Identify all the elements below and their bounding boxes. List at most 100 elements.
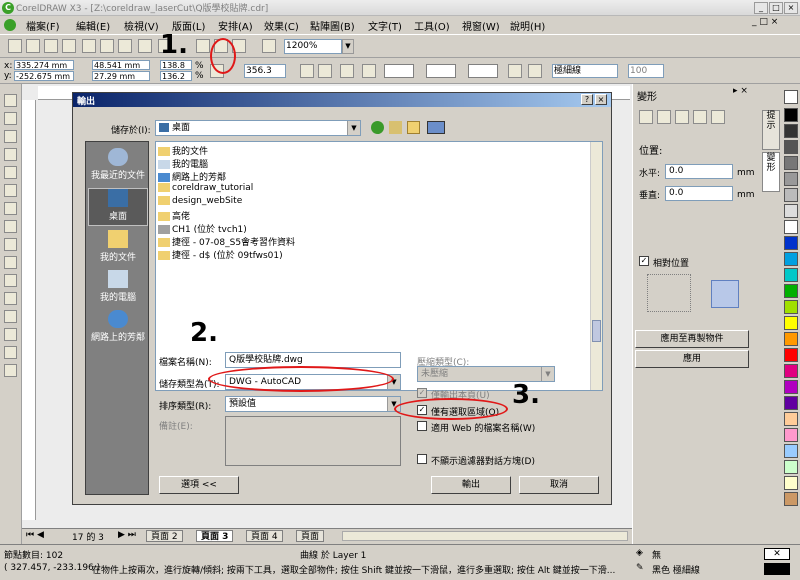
- save-icon[interactable]: [44, 39, 58, 53]
- x-position-field[interactable]: 335.274 mm: [14, 60, 74, 70]
- wrap-paragraph-icon[interactable]: [508, 64, 522, 78]
- color-swatch[interactable]: [784, 444, 798, 458]
- color-swatch[interactable]: [784, 396, 798, 410]
- color-swatch[interactable]: [784, 412, 798, 426]
- color-swatch[interactable]: [784, 460, 798, 474]
- maximize-icon[interactable]: □: [769, 2, 783, 14]
- up-folder-icon[interactable]: [389, 121, 402, 134]
- menu-effects[interactable]: 效果(C): [264, 18, 299, 33]
- doc-window-controls[interactable]: _ □ ×: [752, 17, 778, 27]
- basic-shapes-icon[interactable]: [4, 256, 17, 269]
- page-nav-arrows[interactable]: ⏮ ◀: [26, 530, 44, 540]
- copy-icon[interactable]: [100, 39, 114, 53]
- ellipse-tool-icon[interactable]: [4, 220, 17, 233]
- apply-button[interactable]: 應用: [635, 350, 749, 368]
- list-item[interactable]: 高佬: [158, 209, 190, 222]
- pick-tool-icon[interactable]: [4, 94, 17, 107]
- file-list-scrollbar[interactable]: [590, 142, 602, 390]
- dialog-close-icon[interactable]: ×: [595, 94, 607, 105]
- group-icon[interactable]: [340, 64, 354, 78]
- color-swatch[interactable]: [784, 300, 798, 314]
- document-icon[interactable]: [4, 19, 16, 31]
- color-swatch[interactable]: [784, 188, 798, 202]
- help-icon[interactable]: ?: [581, 94, 593, 105]
- web-filename-label[interactable]: 適用 Web 的檔案名稱(W): [431, 421, 535, 434]
- tab-page-4[interactable]: 頁面 4: [246, 530, 283, 542]
- relative-position-checkbox[interactable]: ✓: [639, 256, 649, 266]
- place-my-computer[interactable]: 我的電腦: [88, 270, 148, 308]
- list-item[interactable]: 我的電腦: [158, 157, 208, 170]
- tab-hints[interactable]: 提示: [762, 110, 780, 150]
- shape-tool-icon[interactable]: [4, 112, 17, 125]
- zoom-level-field[interactable]: 1200%: [284, 39, 342, 54]
- no-color-swatch[interactable]: [784, 90, 798, 104]
- height-field[interactable]: 27.29 mm: [92, 71, 150, 81]
- color-swatch[interactable]: [784, 140, 798, 154]
- fill-tool-icon[interactable]: [4, 346, 17, 359]
- smart-fill-icon[interactable]: [4, 184, 17, 197]
- view-menu-icon[interactable]: [427, 121, 445, 134]
- web-filename-checkbox[interactable]: [417, 421, 427, 431]
- tab-page-5[interactable]: 頁面: [296, 530, 325, 542]
- docker-close-icon[interactable]: ▸ ×: [733, 86, 748, 96]
- undo-icon[interactable]: [138, 39, 152, 53]
- polygon-tool-icon[interactable]: [4, 238, 17, 251]
- export-button[interactable]: 輸出: [431, 476, 511, 494]
- no-filter-dialog-checkbox[interactable]: [417, 454, 427, 464]
- tab-page-2[interactable]: 頁面 2: [146, 530, 183, 542]
- color-swatch[interactable]: [784, 124, 798, 138]
- color-swatch[interactable]: [784, 492, 798, 506]
- color-swatch[interactable]: [784, 204, 798, 218]
- rectangle-tool-icon[interactable]: [4, 202, 17, 215]
- close-icon[interactable]: ×: [784, 2, 798, 14]
- menu-arrange[interactable]: 安排(A): [218, 18, 253, 33]
- list-item[interactable]: 捷徑 - d$ (位於 09tfws01): [158, 248, 283, 261]
- list-item[interactable]: 網路上的芳鄰: [158, 170, 226, 183]
- tab-transform[interactable]: 變形: [762, 152, 780, 192]
- color-swatch[interactable]: [784, 220, 798, 234]
- place-recent[interactable]: 我最近的文件: [88, 148, 148, 186]
- color-swatch[interactable]: [784, 428, 798, 442]
- skew-icon[interactable]: [711, 110, 725, 124]
- rotate-icon[interactable]: [657, 110, 671, 124]
- rotation-angle-field[interactable]: 356.3: [244, 64, 286, 78]
- print-icon[interactable]: [62, 39, 76, 53]
- color-swatch[interactable]: [784, 476, 798, 490]
- line-start-selector[interactable]: [384, 64, 414, 78]
- mirror-vertical-icon[interactable]: [318, 64, 332, 78]
- options-button[interactable]: 選項 <<: [159, 476, 239, 494]
- color-swatch[interactable]: [784, 364, 798, 378]
- paste-icon[interactable]: [118, 39, 132, 53]
- mirror-horizontal-icon[interactable]: [300, 64, 314, 78]
- color-swatch[interactable]: [784, 380, 798, 394]
- color-swatch[interactable]: [784, 316, 798, 330]
- menu-tools[interactable]: 工具(O): [414, 18, 450, 33]
- save-in-select[interactable]: 桌面 ▼: [155, 120, 361, 136]
- width-field[interactable]: 48.541 mm: [92, 60, 150, 70]
- size-icon[interactable]: [693, 110, 707, 124]
- no-filter-dialog-label[interactable]: 不顯示過濾器對話方塊(D): [431, 454, 535, 467]
- color-swatch[interactable]: [784, 172, 798, 186]
- interactive-fill-icon[interactable]: [4, 364, 17, 377]
- scrollbar-thumb[interactable]: [592, 320, 601, 342]
- line-end-selector[interactable]: [468, 64, 498, 78]
- menu-window[interactable]: 視窗(W): [462, 18, 500, 33]
- menu-file[interactable]: 檔案(F): [26, 18, 60, 33]
- apply-to-duplicate-button[interactable]: 應用至再製物件: [635, 330, 749, 348]
- new-icon[interactable]: [8, 39, 22, 53]
- line-style-selector[interactable]: [426, 64, 456, 78]
- eyedropper-icon[interactable]: [4, 310, 17, 323]
- outline-tool-icon[interactable]: [4, 328, 17, 341]
- y-position-field[interactable]: -252.675 mm: [14, 71, 74, 81]
- freehand-tool-icon[interactable]: [4, 166, 17, 179]
- cut-icon[interactable]: [82, 39, 96, 53]
- list-item[interactable]: CH1 (位於 tvch1): [158, 222, 247, 235]
- position-icon[interactable]: [639, 110, 653, 124]
- place-desktop[interactable]: 桌面: [88, 188, 148, 226]
- zoom-tool-icon[interactable]: [4, 148, 17, 161]
- zoom-dropdown-icon[interactable]: ▼: [342, 39, 354, 54]
- place-network[interactable]: 網路上的芳鄰: [88, 310, 148, 348]
- place-my-documents[interactable]: 我的文件: [88, 230, 148, 268]
- page-nav-next[interactable]: ▶ ⏭: [118, 530, 136, 540]
- scale-y-field[interactable]: 136.2: [160, 71, 192, 81]
